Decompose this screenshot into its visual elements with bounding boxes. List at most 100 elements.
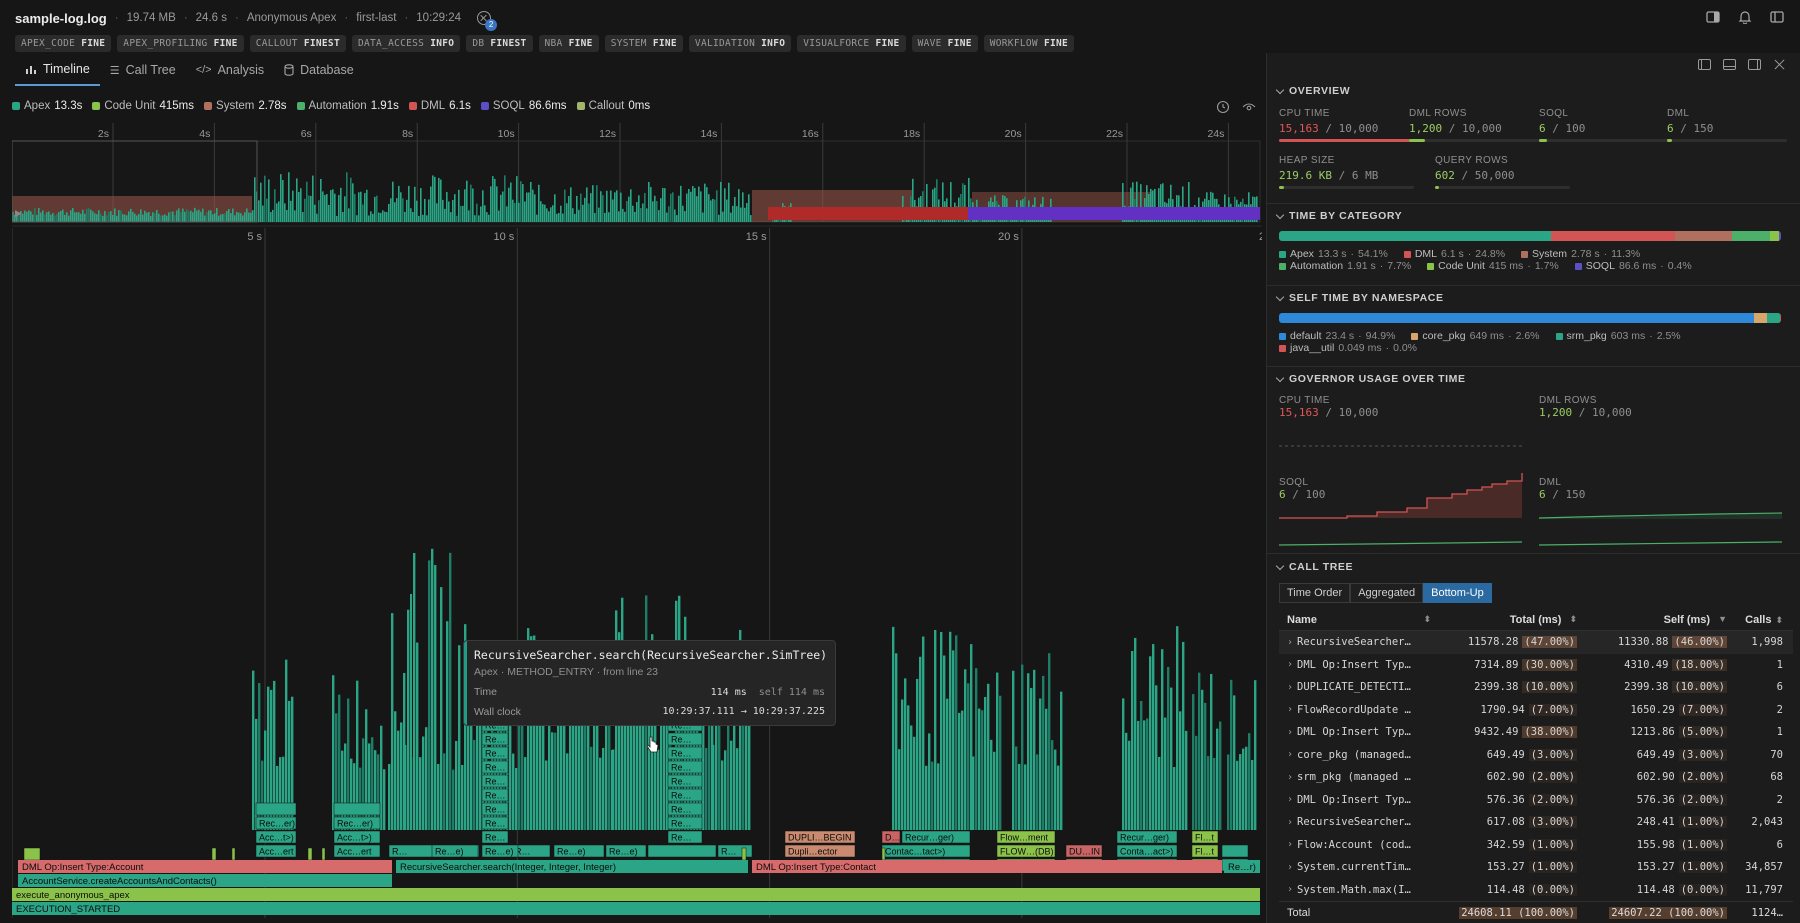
tab-analysis[interactable]: </> Analysis	[186, 60, 274, 86]
flame-frame[interactable]	[452, 769, 455, 830]
flame-frame[interactable]	[431, 548, 434, 830]
flame-frame[interactable]	[984, 696, 987, 830]
flame-frame[interactable]	[916, 678, 919, 830]
flame-frame[interactable]	[925, 765, 928, 830]
flame-frame[interactable]	[1051, 740, 1054, 830]
table-row[interactable]: › RecursiveSearcher… 11578.28 (47.00%) 11330…	[1279, 631, 1793, 654]
panel-layout-icon[interactable]	[1770, 10, 1784, 24]
table-row[interactable]: › DUPLICATE_DETECTI… 2399.38 (10.00%) 2399.3…	[1279, 676, 1793, 699]
flame-frame[interactable]	[1027, 673, 1030, 830]
chevron-right-icon[interactable]: ›	[1287, 884, 1293, 895]
flame-frame[interactable]	[419, 757, 422, 830]
flame-frame[interactable]	[551, 732, 554, 830]
flame-frame[interactable]	[1248, 733, 1251, 830]
flame-frame[interactable]	[515, 767, 518, 830]
flame-frame[interactable]	[563, 722, 566, 830]
dock-left-icon[interactable]	[1698, 59, 1711, 70]
flame-frame[interactable]	[23, 847, 41, 861]
flame-frame[interactable]	[1048, 653, 1051, 830]
chevron-right-icon[interactable]: ›	[1287, 817, 1293, 828]
clock-icon[interactable]	[1216, 100, 1230, 114]
flame-frame[interactable]	[1021, 664, 1024, 830]
flame-frame[interactable]	[1015, 746, 1018, 830]
flame-frame[interactable]	[922, 636, 925, 830]
flame-frame[interactable]	[1182, 641, 1185, 830]
issues-icon[interactable]: 2	[477, 11, 498, 31]
chevron-right-icon[interactable]: ›	[1287, 839, 1293, 850]
flame-frame[interactable]	[1033, 669, 1036, 830]
timeline-view[interactable]: 2s 4s 6s 8s 10s 12s 14s 16s 18s 20s 22s 24s ▶ 5 s 10 s…	[11, 118, 1275, 918]
flame-frame[interactable]	[1137, 720, 1140, 830]
flame-frame[interactable]	[1155, 685, 1158, 830]
dock-bottom-icon[interactable]	[1723, 59, 1736, 70]
flame-frame[interactable]	[437, 763, 440, 830]
flame-frame[interactable]	[1045, 708, 1048, 830]
flame-frame[interactable]	[937, 763, 940, 830]
table-row[interactable]: › Flow:Account (cod… 342.59 (1.00%) 155.98 (1…	[1279, 834, 1793, 857]
flame-frame[interactable]	[590, 746, 593, 830]
legend-item[interactable]: DML 6.1s	[408, 100, 471, 112]
chevron-right-icon[interactable]: ›	[1287, 704, 1293, 715]
eye-icon[interactable]	[1242, 100, 1256, 114]
table-row[interactable]: › System.currentTim… 153.27 (1.00%) 153.27 (1…	[1279, 856, 1793, 879]
log-level-chip[interactable]: DB FINEST	[466, 35, 533, 52]
table-row[interactable]: › core_pkg (managed… 649.49 (3.00%) 649.49 (3…	[1279, 744, 1793, 767]
flame-frame[interactable]	[1245, 746, 1248, 830]
flame-frame[interactable]	[425, 727, 428, 830]
flame-frame[interactable]	[940, 632, 943, 830]
flame-frame[interactable]	[252, 670, 255, 830]
flame-frame[interactable]	[702, 712, 705, 830]
flame-frame[interactable]	[1012, 670, 1015, 830]
flame-frame[interactable]	[639, 709, 642, 830]
flame-frame[interactable]	[371, 737, 374, 830]
flame-frame[interactable]	[993, 751, 996, 830]
flame-frame[interactable]	[400, 722, 403, 830]
flame-frame[interactable]	[972, 756, 975, 830]
flame-frame[interactable]	[383, 769, 386, 830]
chevron-right-icon[interactable]: ›	[1287, 794, 1293, 805]
flame-frame[interactable]	[1134, 637, 1137, 830]
flame-frame[interactable]	[730, 740, 733, 830]
flame-frame[interactable]	[895, 653, 898, 830]
flame-frame[interactable]	[1239, 754, 1242, 830]
flame-frame[interactable]	[630, 721, 633, 830]
flame-frame[interactable]	[647, 844, 717, 858]
flame-frame[interactable]	[422, 736, 425, 830]
flame-frame[interactable]	[1204, 702, 1207, 830]
flame-frame[interactable]	[904, 678, 907, 830]
flame-frame[interactable]	[1227, 754, 1230, 830]
flame-frame[interactable]	[397, 730, 400, 830]
legend-item[interactable]: Apex 13.3s	[12, 100, 82, 112]
log-level-chip[interactable]: DATA_ACCESS INFO	[351, 35, 461, 52]
flame-frame[interactable]	[1195, 735, 1198, 830]
log-level-chip[interactable]: CALLOUT FINEST	[249, 35, 346, 52]
col-self-header[interactable]: Self (ms) ▼	[1579, 614, 1729, 626]
toggle-sidebar-icon[interactable]	[1706, 10, 1720, 24]
flame-frame[interactable]	[1152, 644, 1155, 830]
flame-frame[interactable]	[1185, 730, 1188, 830]
flame-frame[interactable]	[410, 594, 412, 830]
flame-frame[interactable]	[211, 847, 217, 861]
flame-frame[interactable]	[741, 847, 747, 861]
flame-frame[interactable]	[612, 749, 615, 830]
flame-frame[interactable]	[928, 733, 931, 830]
table-row[interactable]: › DML Op:Insert Typ… 7314.89 (30.00%) 4310.4…	[1279, 654, 1793, 677]
flame-frame[interactable]	[605, 718, 608, 830]
chevron-right-icon[interactable]: ›	[1287, 682, 1293, 693]
flame-frame[interactable]	[449, 552, 452, 830]
flame-frame[interactable]	[958, 712, 961, 830]
flame-frame[interactable]	[1018, 763, 1021, 830]
flame-frame[interactable]	[518, 707, 521, 830]
flame-frame[interactable]	[602, 747, 605, 830]
flame-frame[interactable]	[1039, 698, 1042, 830]
tab-timeline[interactable]: Timeline	[15, 60, 100, 86]
flame-frame[interactable]	[391, 613, 394, 830]
flame-frame[interactable]	[1230, 679, 1233, 830]
flame-frame[interactable]	[1128, 740, 1131, 830]
flame-frame[interactable]	[545, 760, 548, 830]
flame-frame[interactable]	[12, 888, 1260, 901]
log-level-chip[interactable]: APEX_CODE FINE	[15, 35, 112, 52]
flame-frame[interactable]	[1198, 672, 1201, 830]
flame-frame[interactable]	[473, 739, 476, 830]
table-row[interactable]: › FlowRecordUpdate … 1790.94 (7.00%) 1650.29…	[1279, 699, 1793, 722]
